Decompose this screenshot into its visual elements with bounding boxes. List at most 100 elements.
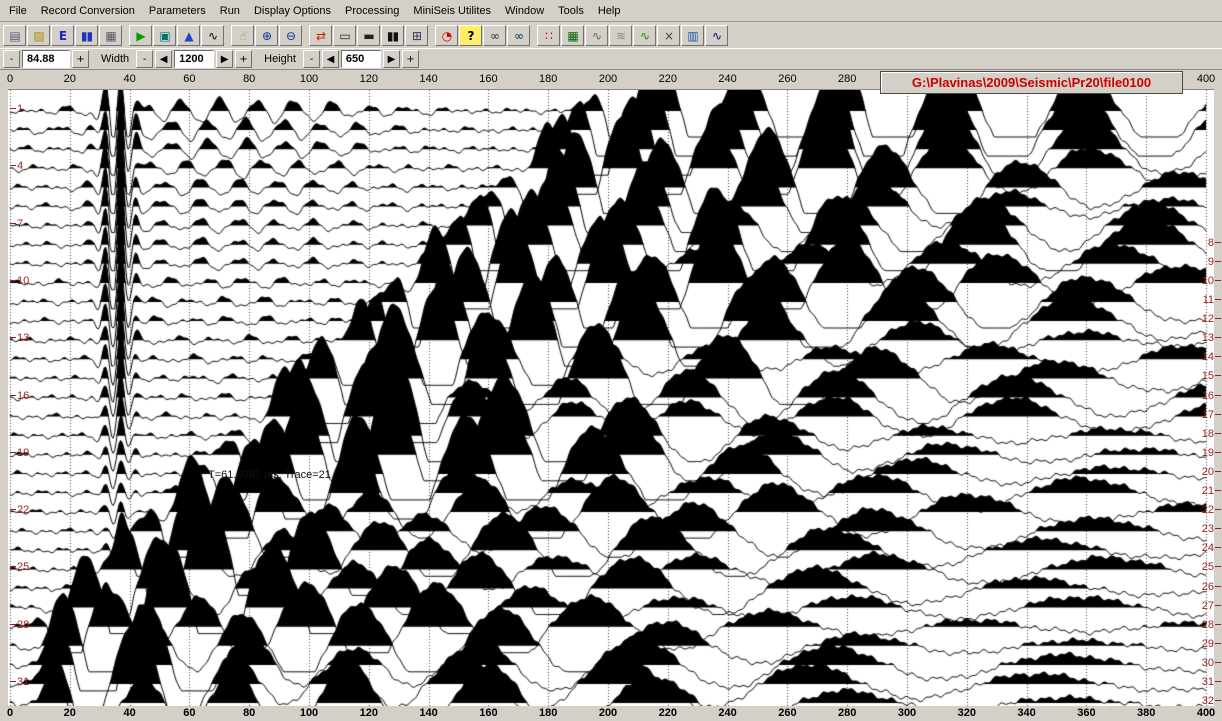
- height-increase-button[interactable]: +: [402, 50, 419, 68]
- help-button[interactable]: ?: [459, 25, 482, 46]
- trace-number-right: 8: [1195, 237, 1221, 250]
- time-tick-label: 60: [183, 707, 195, 719]
- height-label: Height: [264, 53, 296, 65]
- trace-number-right: 32: [1195, 695, 1221, 708]
- pause-icon: ▮▮: [81, 30, 92, 42]
- swap-polarity-icon: ⇄: [316, 30, 325, 42]
- trace-number-right: 31: [1195, 676, 1221, 689]
- file-path-label: G:\Plavinas\2009\Seismic\Pr20\file0100: [880, 71, 1183, 94]
- bars-icon: ▮▮: [387, 30, 398, 42]
- time-tick-label: 140: [419, 73, 437, 85]
- scatter-chart-button[interactable]: ∷: [537, 25, 560, 46]
- gauge-button[interactable]: ◔: [435, 25, 458, 46]
- time-tick-label: 320: [958, 707, 976, 719]
- trace-number-right: 15: [1195, 370, 1221, 383]
- equalizer-button[interactable]: ▥: [681, 25, 704, 46]
- trace-number-right: 29: [1195, 638, 1221, 651]
- menu-processing[interactable]: Processing: [338, 2, 406, 20]
- plot-triangle-button[interactable]: ▲: [177, 25, 200, 46]
- grid-chart-button[interactable]: ▦: [561, 25, 584, 46]
- zoom-out-button[interactable]: ⊖: [279, 25, 302, 46]
- find-in-file-button[interactable]: ∞: [507, 25, 530, 46]
- trace-number-right: 30: [1195, 657, 1221, 670]
- time-tick-label: 260: [778, 73, 796, 85]
- pause-button[interactable]: ▮▮: [75, 25, 98, 46]
- run-button[interactable]: ▶: [129, 25, 152, 46]
- height-prev-button[interactable]: ◀: [322, 50, 339, 68]
- time-tick-label: 120: [360, 73, 378, 85]
- new-file-button[interactable]: ▤: [3, 25, 26, 46]
- time-tick-label: 100: [300, 707, 318, 719]
- open-folder-button[interactable]: ▧: [27, 25, 50, 46]
- trace-number-left: 4: [10, 160, 23, 173]
- menu-run[interactable]: Run: [213, 2, 247, 20]
- height-input[interactable]: [341, 50, 381, 68]
- cross-curves-button[interactable]: ×: [657, 25, 680, 46]
- time-tick-label: 80: [243, 73, 255, 85]
- time-tick-label: 240: [718, 707, 736, 719]
- window-icon: ▣: [159, 30, 169, 42]
- new-file-icon: ▤: [9, 30, 19, 42]
- time-tick-label: 140: [419, 707, 437, 719]
- menu-display-options[interactable]: Display Options: [247, 2, 338, 20]
- zoom-in-button[interactable]: ⊕: [255, 25, 278, 46]
- menu-window[interactable]: Window: [498, 2, 551, 20]
- time-tick-label: 40: [123, 707, 135, 719]
- trace-number-right: 19: [1195, 447, 1221, 460]
- help-icon: ?: [468, 30, 474, 42]
- scale-input[interactable]: [22, 50, 70, 68]
- height-decrease-button[interactable]: -: [303, 50, 320, 68]
- scale-increase-button[interactable]: +: [72, 50, 89, 68]
- seismic-record-plot[interactable]: [8, 89, 1214, 707]
- width-decrease-button[interactable]: -: [136, 50, 153, 68]
- multi-curve-button[interactable]: ≋: [609, 25, 632, 46]
- trace-number-left: 28: [10, 619, 29, 632]
- menu-record-conversion[interactable]: Record Conversion: [34, 2, 142, 20]
- waveform-icon: ∿: [208, 30, 217, 42]
- time-tick-label: 400: [1197, 73, 1215, 85]
- width-input[interactable]: [174, 50, 214, 68]
- time-tick-label: 220: [659, 73, 677, 85]
- bars-button[interactable]: ▮▮: [381, 25, 404, 46]
- trace-number-left: 16: [10, 390, 29, 403]
- find-button[interactable]: ∞: [483, 25, 506, 46]
- menu-miniseis-utilites[interactable]: MiniSeis Utilites: [406, 2, 498, 20]
- menu-parameters[interactable]: Parameters: [142, 2, 213, 20]
- cascade-windows-button[interactable]: ⊞: [405, 25, 428, 46]
- menu-file[interactable]: File: [2, 2, 34, 20]
- scale-decrease-button[interactable]: -: [3, 50, 20, 68]
- menu-tools[interactable]: Tools: [551, 2, 591, 20]
- scatter-chart-icon: ∷: [545, 30, 552, 42]
- trace-number-right: 25: [1195, 561, 1221, 574]
- swap-polarity-button[interactable]: ⇄: [309, 25, 332, 46]
- time-axis-bottom: 0204060801001201401601802002202402602803…: [0, 706, 1222, 721]
- run-icon: ▶: [136, 30, 144, 42]
- time-tick-label: 200: [599, 73, 617, 85]
- rect-outline-icon: ▭: [339, 30, 349, 42]
- height-next-button[interactable]: ▶: [383, 50, 400, 68]
- control-bar: - + Width - ◀ ▶ + Height - ◀ ▶ +: [0, 49, 1222, 70]
- smooth-curve-button[interactable]: ∿: [705, 25, 728, 46]
- rect-filled-button[interactable]: ▬: [357, 25, 380, 46]
- edit-e-button[interactable]: E: [51, 25, 74, 46]
- time-tick-label: 340: [1017, 707, 1035, 719]
- width-increase-button[interactable]: +: [235, 50, 252, 68]
- waveform-button[interactable]: ∿: [201, 25, 224, 46]
- trace-number-left: 22: [10, 504, 29, 517]
- window-button[interactable]: ▣: [153, 25, 176, 46]
- time-tick-label: 400: [1197, 707, 1215, 719]
- rect-outline-button[interactable]: ▭: [333, 25, 356, 46]
- pan-hand-icon: ☝: [239, 30, 245, 42]
- print-button[interactable]: ▦: [99, 25, 122, 46]
- trace-number-left: 1: [10, 103, 23, 116]
- width-next-button[interactable]: ▶: [216, 50, 233, 68]
- width-prev-button[interactable]: ◀: [155, 50, 172, 68]
- wiggle-trace-button[interactable]: ∿: [585, 25, 608, 46]
- time-tick-label: 160: [479, 707, 497, 719]
- grid-chart-icon: ▦: [567, 30, 577, 42]
- print-icon: ▦: [105, 30, 115, 42]
- pan-hand-button[interactable]: ☝: [231, 25, 254, 46]
- menu-help[interactable]: Help: [591, 2, 628, 20]
- green-curve-button[interactable]: ∿: [633, 25, 656, 46]
- trace-number-right: 18: [1195, 428, 1221, 441]
